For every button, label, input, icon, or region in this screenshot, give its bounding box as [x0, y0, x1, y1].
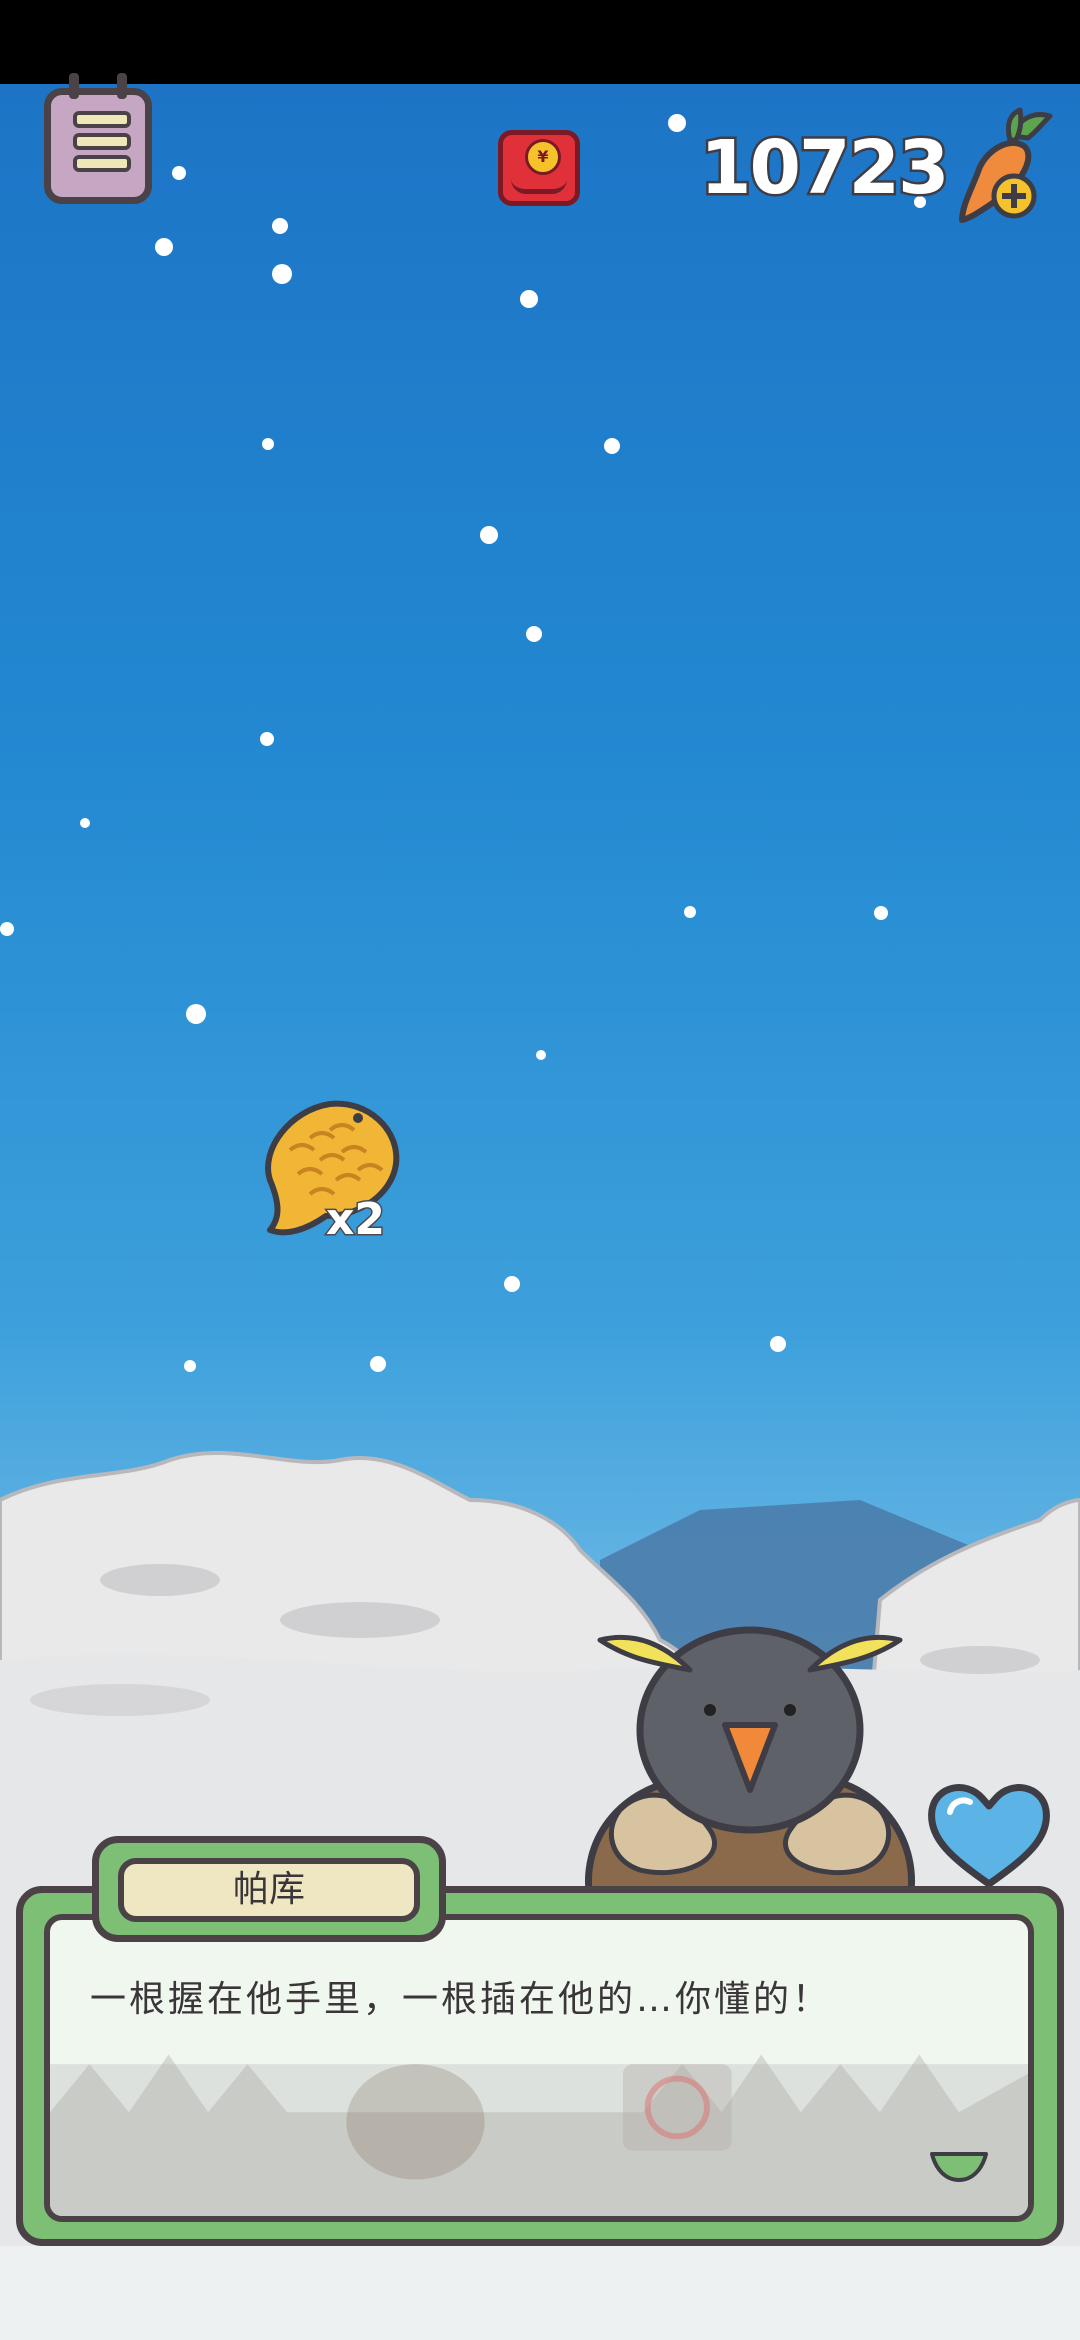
red-envelope-icon: ¥	[525, 139, 561, 175]
bottom-ground	[0, 2246, 1080, 2340]
speaker-name: 帕库	[118, 1858, 420, 1922]
carrot-counter: 10723	[698, 123, 952, 214]
menu-icon	[73, 111, 131, 128]
dialog-scene-backdrop	[50, 2054, 1028, 2216]
heart-icon[interactable]	[922, 1774, 1056, 1894]
dialog-text: 一根握在他手里，一根插在他的…你懂的！	[90, 1979, 832, 2020]
game-screen: ¥ 10723 x2 帕库 一根握在他手里，一根插在他的…你懂的！	[0, 0, 1080, 2340]
carrot-add-button[interactable]	[950, 106, 1060, 226]
reward-multiplier: x2	[325, 1193, 387, 1247]
next-arrow-icon[interactable]	[928, 2148, 990, 2184]
red-envelope-button[interactable]: ¥	[498, 130, 580, 206]
menu-button[interactable]	[44, 73, 152, 204]
penguin-character	[585, 1626, 915, 1900]
status-bar	[0, 0, 1080, 84]
carrot-add-icon	[959, 107, 1053, 223]
dialog-content-area[interactable]	[44, 1914, 1034, 2222]
